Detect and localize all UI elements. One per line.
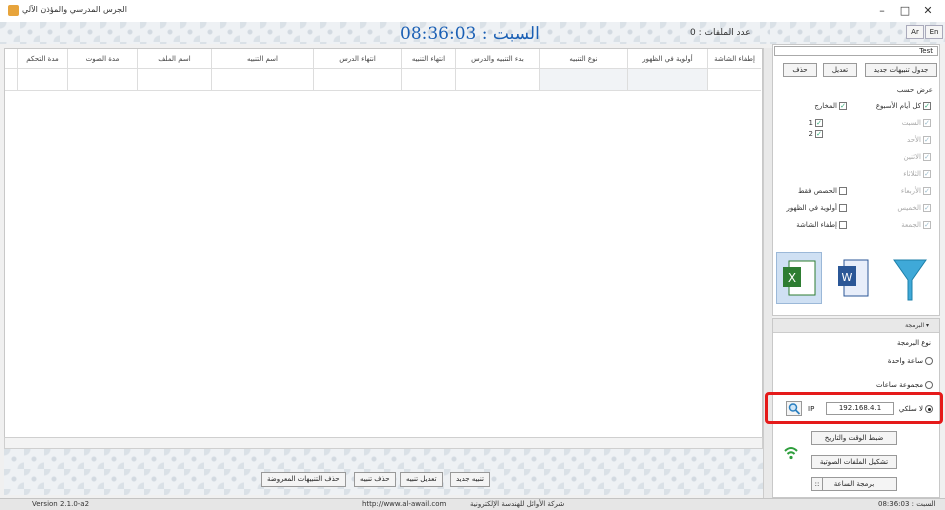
title-bar: الجرس المدرسي والمؤذن الآلي – □ ✕ xyxy=(0,0,945,22)
edit-alert-button[interactable]: تعديل تنبيه xyxy=(400,472,443,487)
vertical-scrollbar[interactable] xyxy=(763,48,772,498)
program-clock-options-icon[interactable]: :: xyxy=(811,477,823,491)
col-lesson-end[interactable]: انتهاء الدرس xyxy=(313,49,401,68)
delete-shown-alerts-button[interactable]: حذف التنبيهات المعروضة xyxy=(261,472,346,487)
files-count: عدد الملفات : 0 xyxy=(690,28,751,38)
screen-off-checkbox[interactable]: إطفاء الشاشة xyxy=(796,221,847,229)
col-start[interactable]: بدء التنبيه والدرس xyxy=(455,49,539,68)
action-icons: X W xyxy=(776,252,936,308)
all-week-checkbox[interactable]: كل أيام الأسبوع ✓ xyxy=(876,102,931,110)
output-2-checkbox[interactable]: 2 ✓ xyxy=(809,130,823,138)
col-file-name[interactable]: اسم الملف xyxy=(137,49,211,68)
svg-text:X: X xyxy=(788,271,796,285)
maximize-button[interactable]: □ xyxy=(898,4,912,18)
day-wed-checkbox[interactable]: الأربعاء ✓ xyxy=(901,187,931,195)
table-select-combo[interactable]: Test xyxy=(774,46,938,56)
single-clock-radio[interactable]: ساعة واحدة xyxy=(888,357,933,365)
col-sound-duration[interactable]: مدة الصوت xyxy=(67,49,137,68)
priority-checkbox[interactable]: أولوية في الظهور xyxy=(787,204,847,212)
output-1-checkbox[interactable]: 1 ✓ xyxy=(809,119,823,127)
programming-header[interactable]: البرمجة ▾ xyxy=(773,319,939,333)
svg-text:W: W xyxy=(842,271,853,284)
delete-table-button[interactable]: حذف xyxy=(783,63,817,77)
clock-display: السبت : 08:36:03 xyxy=(400,24,540,44)
website-link[interactable]: http://www.al-awail.com xyxy=(362,500,446,508)
col-alert-end[interactable]: انتهاء التنبيه xyxy=(401,49,455,68)
wifi-icon xyxy=(784,447,798,460)
col-priority[interactable]: أولوية في الظهور xyxy=(627,49,707,68)
view-by-label: عرض حسب xyxy=(896,86,933,94)
day-mon-checkbox[interactable]: الاثنين ✓ xyxy=(904,153,931,161)
excel-export-icon[interactable]: X xyxy=(776,252,822,304)
col-control-duration[interactable]: مدة التحكم xyxy=(17,49,67,68)
filter-icon[interactable] xyxy=(890,256,930,304)
format-audio-button[interactable]: تشكيل الملفات الصوتية xyxy=(811,455,897,469)
col-alert-name[interactable]: اسم التنبيه xyxy=(211,49,313,68)
group-clocks-radio[interactable]: مجموعة ساعات xyxy=(876,381,933,389)
col-alert-type[interactable]: نوع التنبيه xyxy=(539,49,627,68)
day-sat-checkbox[interactable]: السبت ✓ xyxy=(902,119,931,127)
version-label: Version 2.1.0-a2 xyxy=(32,500,90,508)
minimize-button[interactable]: – xyxy=(875,4,889,18)
lang-en-button[interactable]: En xyxy=(925,25,943,39)
table-header: إطفاء الشاشة أولوية في الظهور نوع التنبي… xyxy=(5,49,761,69)
edit-table-button[interactable]: تعديل xyxy=(823,63,857,77)
outputs-checkbox[interactable]: المخارج ✓ xyxy=(814,102,847,110)
lang-ar-button[interactable]: Ar xyxy=(906,25,924,39)
program-clock-button[interactable]: برمجة الساعة xyxy=(811,477,897,491)
new-alert-button[interactable]: تنبيه جديد xyxy=(450,472,490,487)
header-strip: السبت : 08:36:03 عدد الملفات : 0 xyxy=(0,22,770,44)
alerts-table: إطفاء الشاشة أولوية في الظهور نوع التنبي… xyxy=(4,48,763,438)
day-tue-checkbox[interactable]: الثلاثاء ✓ xyxy=(903,170,931,178)
set-datetime-button[interactable]: ضبط الوقت والتاريخ xyxy=(811,431,897,445)
word-export-icon[interactable]: W xyxy=(834,254,874,304)
programming-type-label: نوع البرمجة xyxy=(896,339,931,347)
col-screen-off[interactable]: إطفاء الشاشة xyxy=(707,49,761,68)
new-table-button[interactable]: جدول تنبيهات جديد xyxy=(865,63,937,77)
status-bar: Version 2.1.0-a2 http://www.al-awail.com… xyxy=(0,498,945,510)
table-row[interactable] xyxy=(5,69,761,91)
horizontal-scrollbar[interactable] xyxy=(4,437,763,449)
day-thu-checkbox[interactable]: الخميس ✓ xyxy=(897,204,931,212)
status-time: السبت : 08:36:03 xyxy=(878,500,936,508)
close-button[interactable]: ✕ xyxy=(921,4,935,18)
window-title: الجرس المدرسي والمؤذن الآلي xyxy=(22,5,127,14)
app-bell-icon xyxy=(8,5,19,16)
highlight-frame xyxy=(765,392,943,424)
delete-alert-button[interactable]: حذف تنبيه xyxy=(354,472,396,487)
day-fri-checkbox[interactable]: الجمعة ✓ xyxy=(901,221,931,229)
company-label: شركة الأوائل للهندسة الإلكترونية xyxy=(470,500,565,508)
classes-only-checkbox[interactable]: الحصص فقط xyxy=(798,187,847,195)
day-sun-checkbox[interactable]: الأحد ✓ xyxy=(907,136,931,144)
